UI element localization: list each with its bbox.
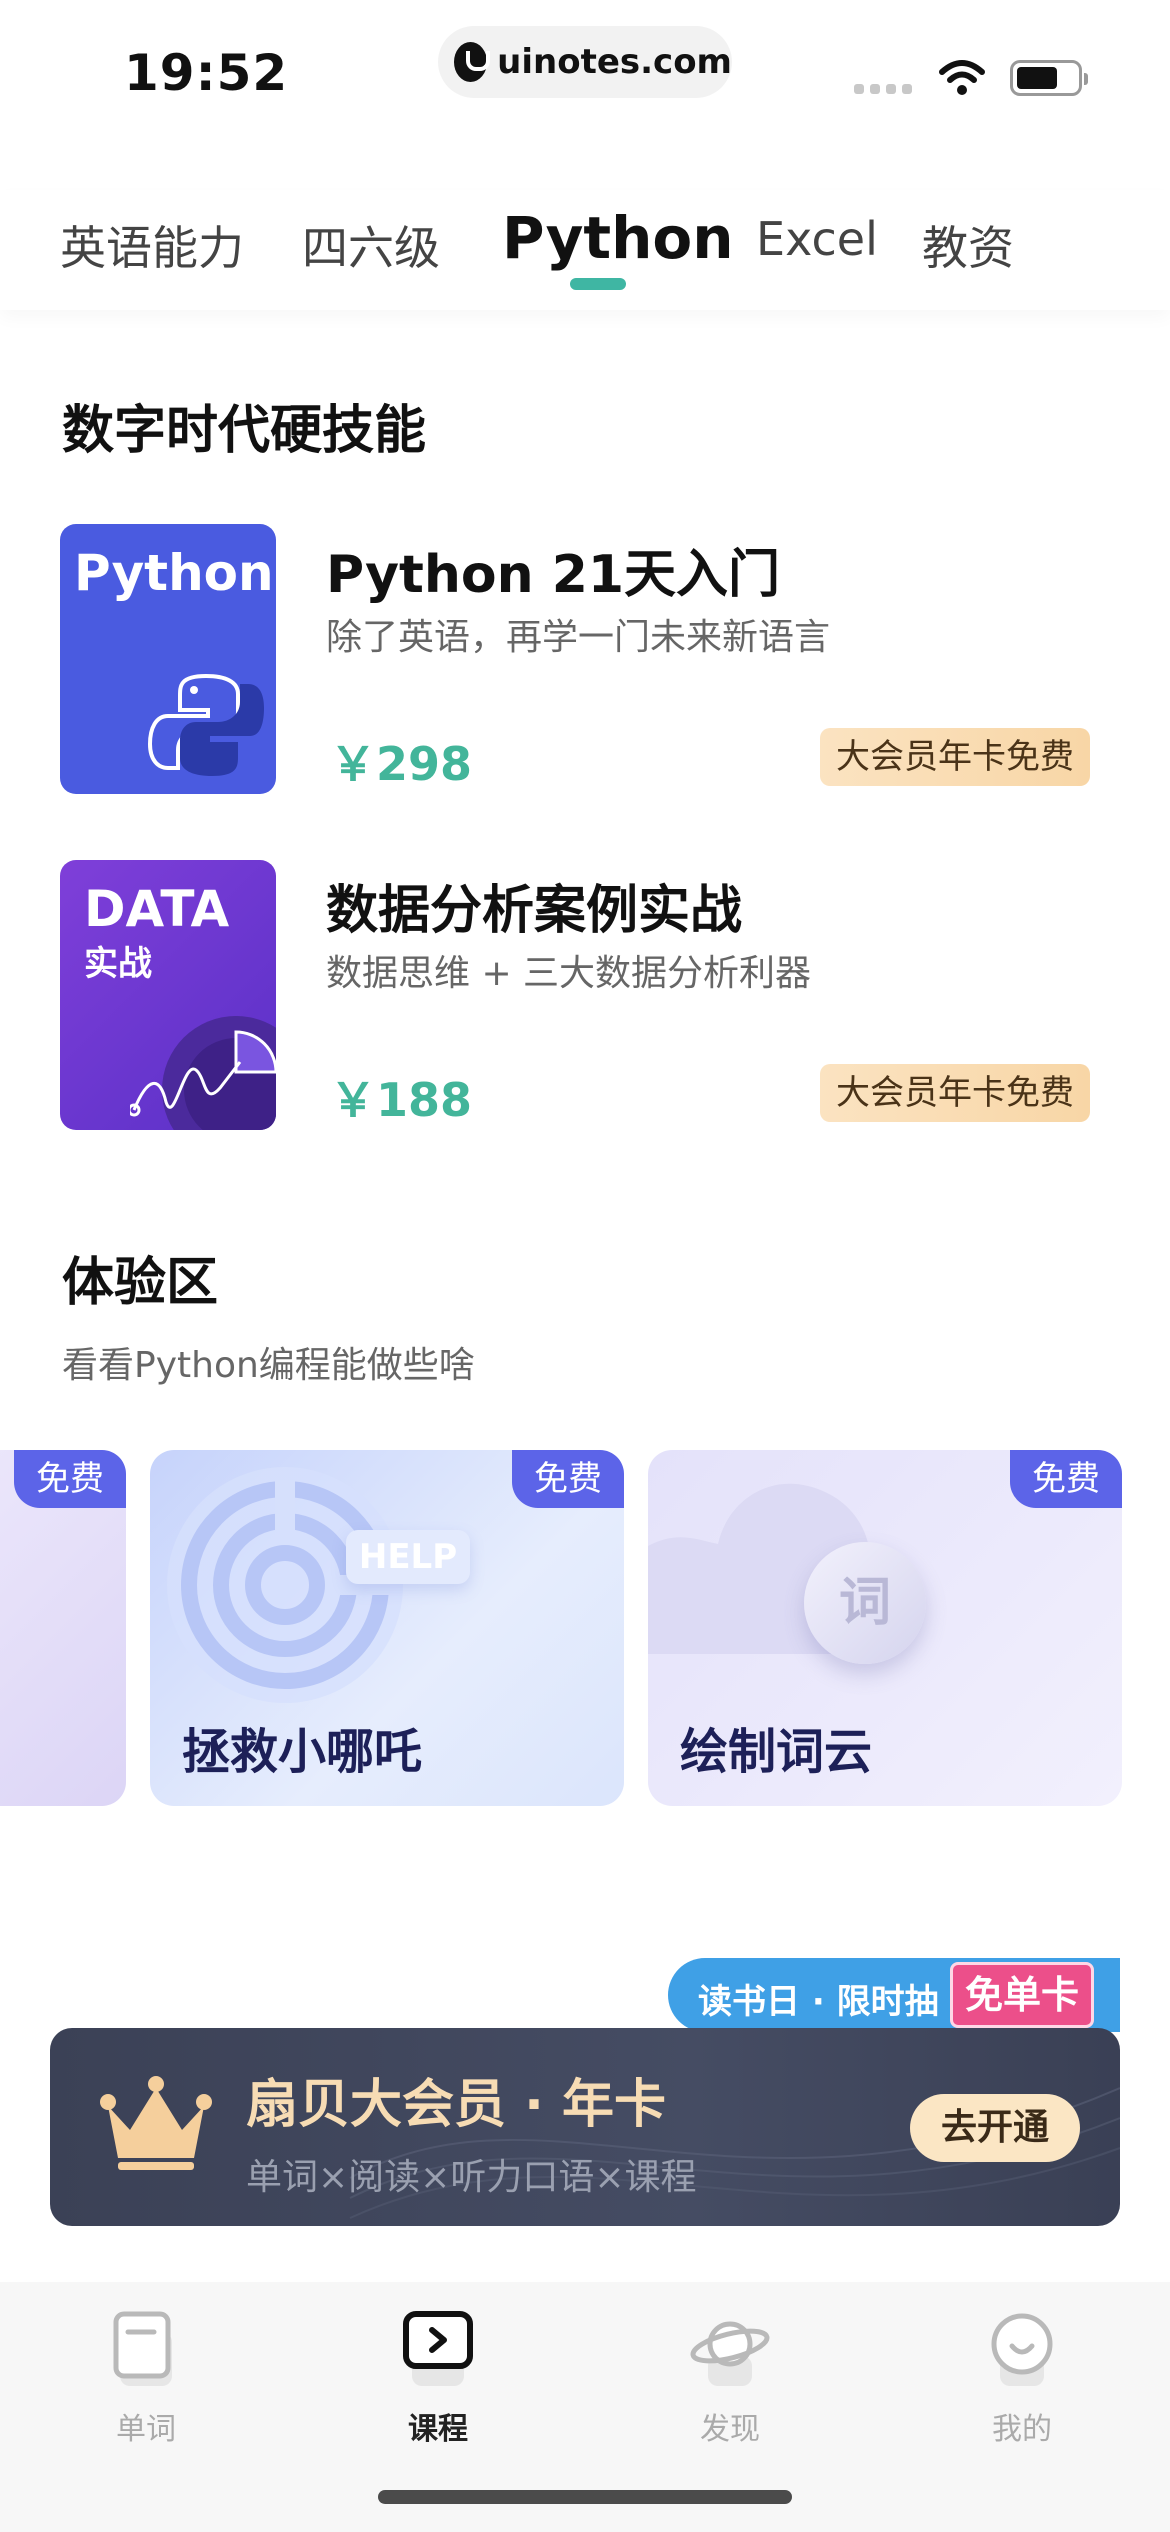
free-badge: 免费 (14, 1450, 126, 1508)
play-course-icon (403, 2311, 473, 2386)
promo-tag-text: 读书日 · 限时抽 (698, 1982, 939, 2022)
nav-label: 课程 (408, 2412, 468, 2447)
data-chart-icon (130, 1016, 276, 1130)
status-time: 19:52 (124, 44, 289, 102)
thumbnail-subtitle: 实战 (84, 944, 152, 984)
book-icon (113, 2311, 172, 2386)
tab-excel[interactable]: Excel (756, 212, 878, 266)
course-price: ￥188 (330, 1073, 473, 1127)
vip-title: 扇贝大会员 · 年卡 (246, 2075, 666, 2135)
url-text: uinotes.com (497, 42, 732, 82)
experience-card-title: 绘制词云 (680, 1724, 873, 1780)
signal-icon (854, 84, 912, 94)
crown-icon (100, 2076, 212, 2170)
thumbnail-title: DATA (84, 880, 230, 938)
url-pill[interactable]: uinotes.com (438, 26, 732, 98)
course-card-python[interactable]: Python Python 21天入门 除了英语，再学一门未来新语言 ￥298 … (60, 524, 1090, 794)
promo-tag[interactable]: 读书日 · 限时抽 免单卡 (668, 1958, 1120, 2032)
site-logo-icon (454, 42, 491, 82)
nav-label: 发现 (700, 2412, 760, 2447)
tab-english[interactable]: 英语能力 (60, 212, 244, 278)
course-card-data-analysis[interactable]: DATA 实战 数据分析案例实战 数据思维 + 三大数据分析利器 ￥188 大会… (60, 860, 1090, 1130)
free-badge: 免费 (1010, 1450, 1122, 1508)
course-thumbnail: DATA 实战 (60, 860, 276, 1130)
vip-free-badge: 大会员年卡免费 (820, 728, 1090, 786)
tab-cet[interactable]: 四六级 (302, 212, 440, 278)
nav-item-me[interactable]: 我的 (942, 2310, 1102, 2448)
section-title-experience: 体验区 (62, 1253, 219, 1313)
category-tabs: 英语能力 四六级 Python Excel 教资 (0, 190, 1170, 310)
nav-label: 我的 (992, 2412, 1052, 2447)
experience-card-partial[interactable]: 免费 (0, 1450, 126, 1806)
experience-card-rescue-nezha[interactable]: HELP 免费 拯救小哪吒 (150, 1450, 624, 1806)
nav-item-courses[interactable]: 课程 (358, 2310, 518, 2448)
maze-icon (167, 1467, 403, 1703)
course-description: 数据思维 + 三大数据分析利器 (326, 953, 812, 994)
active-tab-indicator (570, 278, 626, 290)
thumbnail-title: Python (74, 544, 274, 602)
tab-teacher-cert[interactable]: 教资 (922, 212, 1014, 278)
open-vip-button[interactable]: 去开通 (910, 2094, 1080, 2162)
tab-python[interactable]: Python (502, 204, 734, 272)
course-description: 除了英语，再学一门未来新语言 (326, 617, 831, 658)
course-title: 数据分析案例实战 (326, 881, 743, 941)
course-title: Python 21天入门 (326, 545, 781, 605)
help-speech-bubble: HELP (346, 1530, 470, 1584)
course-thumbnail: Python (60, 524, 276, 794)
free-order-card-badge: 免单卡 (950, 1962, 1094, 2028)
vip-subtitle: 单词×阅读×听力口语×课程 (246, 2157, 697, 2198)
nav-label: 单词 (116, 2412, 176, 2447)
word-icon: 词 (804, 1542, 926, 1664)
nav-item-words[interactable]: 单词 (66, 2310, 226, 2448)
experience-card-word-cloud[interactable]: 词 免费 绘制词云 (648, 1450, 1122, 1806)
experience-card-title: 拯救小哪吒 (182, 1724, 423, 1780)
wifi-icon (939, 60, 985, 95)
vip-banner[interactable]: 扇贝大会员 · 年卡 单词×阅读×听力口语×课程 去开通 (50, 2028, 1120, 2226)
section-title-skills: 数字时代硬技能 (62, 401, 427, 461)
home-indicator (378, 2490, 792, 2504)
free-badge: 免费 (512, 1450, 624, 1508)
vip-free-badge: 大会员年卡免费 (820, 1064, 1090, 1122)
section-subtitle-experience: 看看Python编程能做些啥 (62, 1345, 475, 1386)
planet-icon (690, 2321, 770, 2386)
smile-face-icon (991, 2313, 1053, 2386)
battery-icon (1010, 60, 1088, 96)
status-bar: 19:52 uinotes.com (0, 0, 1170, 140)
course-price: ￥298 (330, 737, 473, 791)
python-logo-icon (147, 673, 264, 776)
nav-item-discover[interactable]: 发现 (650, 2310, 810, 2448)
